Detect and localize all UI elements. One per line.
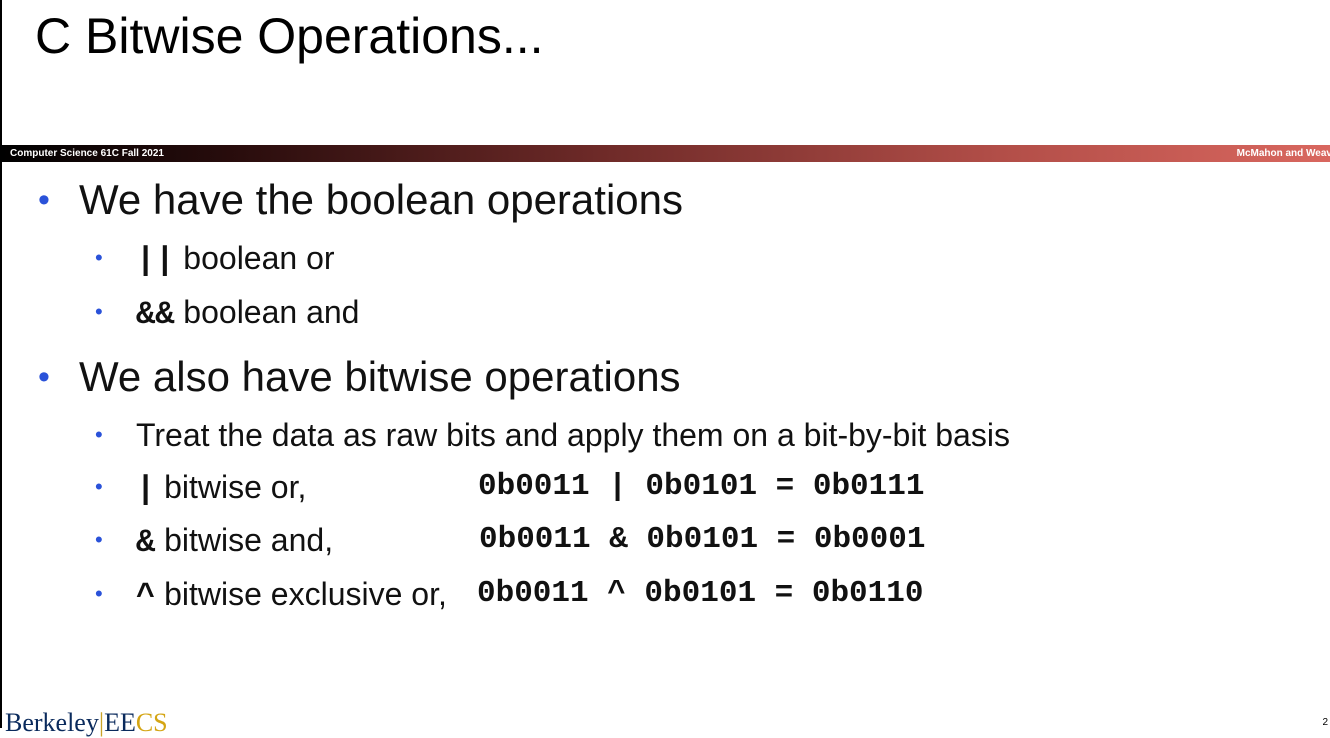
header-bar: Computer Science 61C Fall 2021 McMahon a…: [2, 145, 1330, 162]
expression-and: 0b0011 & 0b0101 = 0b0001: [479, 522, 926, 557]
sub-bullet-boolean-and: && boolean and: [136, 292, 359, 335]
sub-bullet-bitwise-and: & bitwise and,: [136, 520, 333, 563]
operator-code: &&: [136, 296, 175, 333]
slide-title: C Bitwise Operations...: [35, 8, 544, 64]
sub-bullet-text: bitwise exclusive or,: [155, 576, 447, 612]
operator-code: ^: [136, 578, 156, 615]
bullet-boolean-ops: We have the boolean operations: [79, 176, 683, 223]
sub-bullet-dot: •: [95, 581, 103, 606]
logo-berkeley-text: Berkeley: [5, 708, 99, 737]
bullet-dot: •: [38, 358, 50, 396]
expression-xor: 0b0011 ^ 0b0101 = 0b0110: [477, 576, 924, 611]
expression-or: 0b0011 | 0b0101 = 0b0111: [478, 469, 925, 504]
sub-bullet-text: boolean and: [174, 294, 360, 330]
sub-bullet-dot: •: [95, 245, 103, 270]
sub-bullet-bitwise-xor: ^ bitwise exclusive or,: [136, 574, 447, 617]
bullet-dot: •: [38, 181, 50, 219]
sub-bullet-text: bitwise or,: [155, 469, 307, 505]
operator-code: &: [136, 524, 156, 561]
sub-bullet-bitwise-or: | bitwise or,: [136, 467, 306, 510]
operator-code: |: [136, 471, 156, 508]
sub-bullet-text: boolean or: [174, 240, 335, 276]
logo-cs-text: CS: [135, 708, 168, 737]
course-label: Computer Science 61C Fall 2021: [10, 148, 164, 159]
sub-bullet-text: bitwise and,: [155, 522, 334, 558]
sub-bullet-dot: •: [95, 527, 103, 552]
berkeley-eecs-logo: Berkeley|EECS: [5, 708, 168, 738]
page-number: 2: [1322, 717, 1328, 728]
sub-bullet-dot: •: [95, 474, 103, 499]
operator-code: ||: [136, 242, 175, 279]
sub-bullet-dot: •: [95, 422, 103, 447]
logo-ee-text: EE: [104, 708, 136, 737]
sub-bullet-dot: •: [95, 299, 103, 324]
sub-bullet-boolean-or: || boolean or: [136, 238, 335, 281]
sub-bullet-raw-bits: Treat the data as raw bits and apply the…: [136, 417, 1010, 453]
bullet-bitwise-ops: We also have bitwise operations: [79, 353, 681, 400]
authors-label: McMahon and Weav: [1236, 148, 1330, 159]
slide: C Bitwise Operations... Computer Science…: [0, 0, 1330, 737]
